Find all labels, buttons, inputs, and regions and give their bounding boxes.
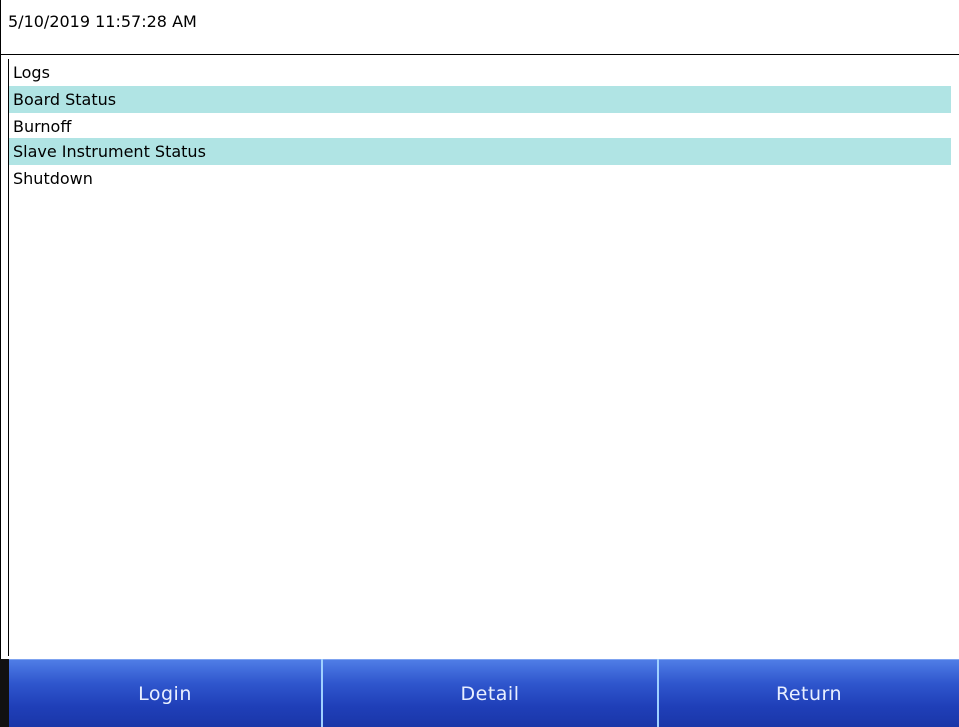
header-bar: 5/10/2019 11:57:28 AM [0,0,959,55]
list-item-logs[interactable]: Logs [9,59,951,86]
menu-list: Logs Board Status Burnoff Slave Instrume… [8,59,951,656]
left-border [0,55,1,659]
bottom-toolbar: Login Detail Return [0,659,959,727]
list-item-shutdown[interactable]: Shutdown [9,165,951,192]
detail-button[interactable]: Detail [323,659,657,727]
return-button[interactable]: Return [659,659,959,727]
login-button[interactable]: Login [9,659,321,727]
list-item-slave-instrument-status[interactable]: Slave Instrument Status [9,138,951,165]
list-item-burnoff[interactable]: Burnoff [9,113,951,140]
list-item-board-status[interactable]: Board Status [9,86,951,113]
timestamp: 5/10/2019 11:57:28 AM [8,12,197,31]
